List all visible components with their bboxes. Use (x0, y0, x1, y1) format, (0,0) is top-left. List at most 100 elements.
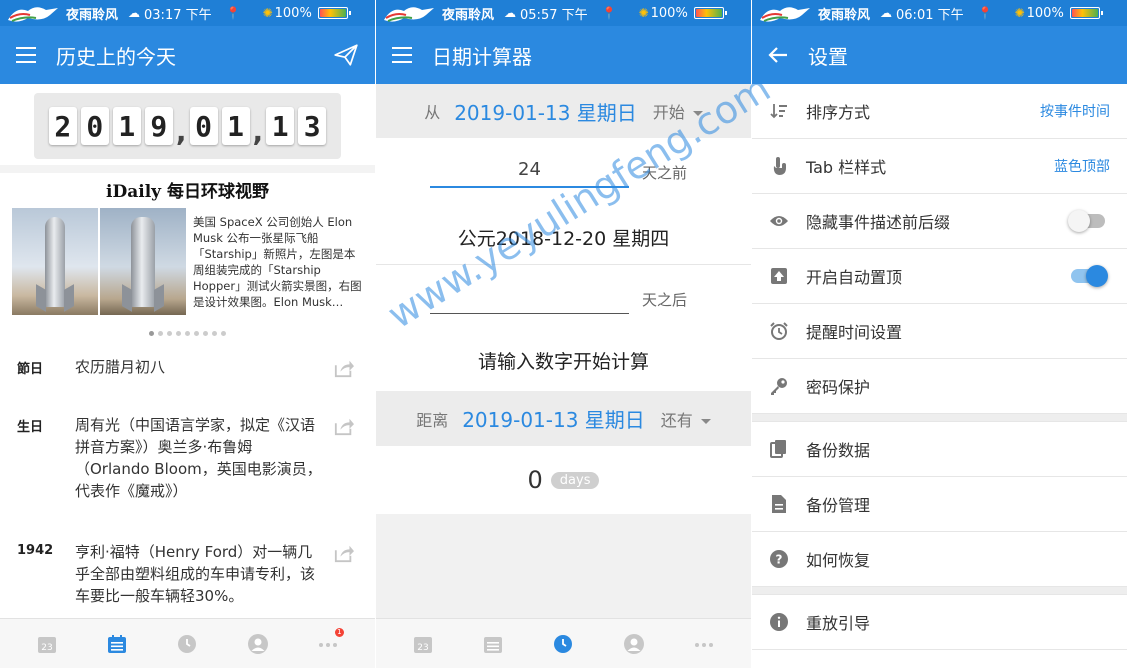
days-before-suffix: 天之前 (642, 164, 688, 182)
profile-icon[interactable] (246, 632, 270, 656)
setting-auto-pin[interactable]: 开启自动置顶 (752, 249, 1127, 304)
setting-replay-guide[interactable]: 重放引导 (752, 595, 1127, 650)
page-title: 设置 (808, 44, 848, 69)
event-label: 1942 (17, 543, 54, 558)
date-digit: 9 (144, 107, 173, 145)
settings-screen: 夜雨聆风 ☁ 06:01 下午 📍 ✺ 100% 设置 排序方式 按事件时间 T… (752, 0, 1127, 668)
copy-icon (769, 439, 789, 459)
key-icon (769, 376, 789, 396)
info-icon (769, 612, 789, 632)
setting-password[interactable]: 密码保护 (752, 359, 1127, 414)
share-icon[interactable] (333, 543, 355, 563)
setting-reminder-time[interactable]: 提醒时间设置 (752, 304, 1127, 359)
weather-icon: ☁ (128, 6, 141, 20)
status-bar: 夜雨聆风 ☁ 03:17 下午 📍 ✺ 100% (0, 0, 375, 26)
days-before-input[interactable]: 24 (430, 154, 629, 188)
carousel-dot[interactable] (221, 331, 226, 336)
distance-mode-dropdown[interactable]: 还有 (661, 407, 711, 431)
carrier-name: 夜雨聆风 (818, 7, 871, 23)
menu-icon[interactable] (16, 47, 36, 63)
card-text[interactable]: 美国 SpaceX 公司创始人 Elon Musk 公布一张星际飞船「Stars… (193, 214, 363, 312)
carrier-name: 夜雨聆风 (442, 7, 495, 23)
panel-divider (751, 0, 752, 668)
date-display[interactable]: 2 0 1 9 , 0 1 , 1 3 (34, 93, 341, 159)
calendar-day-icon[interactable]: 23 (411, 632, 435, 656)
news-photo[interactable] (100, 208, 186, 315)
event-text: 农历腊月初八 (75, 358, 166, 376)
clock: 06:01 下午 (896, 7, 964, 23)
carousel-dot[interactable] (176, 331, 181, 336)
day-count: 0 (527, 466, 543, 494)
battery-icon (693, 7, 727, 19)
battery-percent: 100% (650, 5, 688, 21)
status-bar: 夜雨聆风 ☁ 06:01 下午 📍 ✺ 100% (752, 0, 1127, 26)
setting-hide-affix[interactable]: 隐藏事件描述前后缀 (752, 194, 1127, 249)
event-list-icon[interactable] (105, 632, 129, 656)
calendar-day-icon[interactable]: 23 (35, 632, 59, 656)
date-digit: 1 (266, 107, 295, 145)
news-photo[interactable] (12, 208, 98, 315)
setting-tab-style[interactable]: Tab 栏样式 蓝色顶部 (752, 139, 1127, 194)
carousel-dot[interactable] (203, 331, 208, 336)
panel-divider (375, 0, 376, 668)
eye-icon (769, 211, 789, 231)
event-list-icon[interactable] (481, 632, 505, 656)
weather-icon: ☁ (504, 6, 517, 20)
carousel-dot[interactable] (158, 331, 163, 336)
setting-backup-manage[interactable]: 备份管理 (752, 477, 1127, 532)
setting-how-restore[interactable]: ? 如何恢复 (752, 532, 1127, 587)
date-separator: , (252, 114, 264, 148)
battery-saver-icon: ✺ (638, 6, 649, 20)
start-mode-dropdown[interactable]: 开始 (653, 99, 703, 123)
event-text: 亨利·福特（Henry Ford）对一辆几乎全部由塑料组成的车申请专利，该车要比… (75, 543, 316, 605)
hide-affix-toggle[interactable] (1068, 210, 1105, 232)
calculation-area: 24 天之前 公元2018-12-20 星期四 天之后 请输入数字开始计算 (376, 138, 751, 391)
clock-icon[interactable] (175, 632, 199, 656)
date-digit: 1 (221, 107, 250, 145)
page-title: 历史上的今天 (56, 44, 176, 69)
carousel-dot[interactable] (194, 331, 199, 336)
more-icon[interactable] (692, 632, 716, 656)
setting-label: 如何恢复 (806, 551, 871, 570)
share-icon[interactable] (333, 358, 355, 378)
setting-label: 隐藏事件描述前后缀 (806, 213, 951, 232)
svg-text:23: 23 (41, 643, 52, 653)
pin-top-icon (769, 266, 789, 286)
setting-value: 按事件时间 (1040, 104, 1110, 120)
app-bar: 日期计算器 (376, 26, 751, 84)
divider (376, 264, 751, 265)
auto-pin-toggle[interactable] (1071, 265, 1108, 287)
chevron-down-icon (700, 418, 711, 424)
send-icon[interactable] (333, 42, 359, 68)
carousel-indicator (0, 331, 375, 336)
date-digit: 0 (189, 107, 218, 145)
share-icon[interactable] (333, 416, 355, 436)
section-divider (752, 414, 1127, 422)
profile-icon[interactable] (622, 632, 646, 656)
menu-icon[interactable] (392, 47, 412, 63)
back-arrow-icon[interactable] (768, 46, 788, 64)
sort-icon (769, 101, 789, 121)
app-logo-icon (6, 2, 60, 24)
carousel-dot[interactable] (185, 331, 190, 336)
carousel-dot[interactable] (167, 331, 172, 336)
clock-icon[interactable] (551, 632, 575, 656)
bottom-nav: 23 (376, 618, 751, 668)
setting-backup-data[interactable]: 备份数据 (752, 422, 1127, 477)
setting-sort-order[interactable]: 排序方式 按事件时间 (752, 84, 1127, 139)
event-label: 生日 (17, 420, 44, 435)
setting-value: 蓝色顶部 (1054, 159, 1110, 175)
svg-text:?: ? (776, 553, 783, 567)
card-title: iDaily 每日环球视野 (106, 182, 269, 202)
weather-icon: ☁ (880, 6, 893, 20)
carousel-dot[interactable] (149, 331, 154, 336)
document-icon (769, 494, 789, 514)
status-bar: 夜雨聆风 ☁ 05:57 下午 📍 ✺ 100% (376, 0, 751, 26)
distance-date-picker[interactable]: 2019-01-13 星期日 (462, 404, 645, 433)
start-date-picker[interactable]: 2019-01-13 星期日 (454, 97, 637, 126)
carousel-dot[interactable] (212, 331, 217, 336)
days-after-input[interactable] (430, 280, 629, 314)
days-after-suffix: 天之后 (642, 291, 688, 309)
more-icon[interactable]: 1 (316, 627, 344, 656)
battery-percent: 100% (1026, 5, 1064, 21)
